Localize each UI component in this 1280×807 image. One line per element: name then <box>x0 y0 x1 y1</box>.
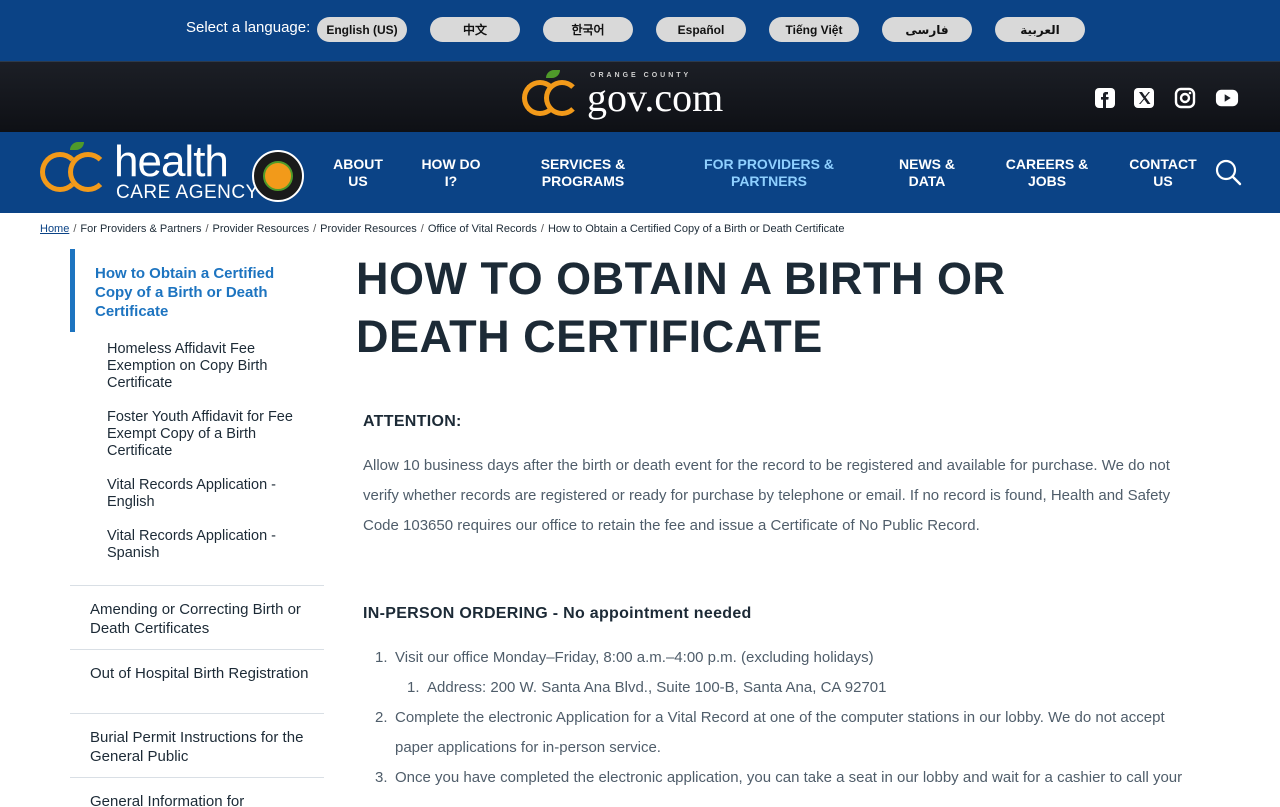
language-bar: Select a language: English (US) 中文 한국어 E… <box>0 0 1280 61</box>
list-item: Once you have completed the electronic a… <box>395 769 1183 786</box>
nav-about-us-label: ABOUT US <box>333 156 383 189</box>
nav-about-us[interactable]: ABOUT US <box>330 156 386 190</box>
language-english-button[interactable]: English (US) <box>317 17 407 42</box>
nav-news-data-label: NEWS & DATA <box>899 156 955 189</box>
county-seal-icon <box>252 150 304 202</box>
sidebar-item-label: Amending or Correcting Birth or Death Ce… <box>90 601 301 637</box>
hca-logo-c-shape <box>68 152 108 192</box>
ocgov-logo[interactable]: ORANGE COUNTY gov.com <box>520 68 760 128</box>
sidebar-item-active[interactable]: How to Obtain a Certified Copy of a Birt… <box>70 249 324 332</box>
language-farsi-button[interactable]: فارسی <box>882 17 972 42</box>
hca-logo[interactable]: health CARE AGENCY <box>40 138 310 204</box>
nav-for-providers-partners[interactable]: FOR PROVIDERS & PARTNERS <box>704 156 834 190</box>
list-item: Complete the electronic Application for … <box>395 709 1165 726</box>
nav-careers-jobs[interactable]: CAREERS & JOBS <box>1004 156 1090 190</box>
sidebar-item-burial-permit[interactable]: Burial Permit Instructions for the Gener… <box>70 713 324 777</box>
hca-logo-leaf-icon <box>70 142 84 150</box>
breadcrumb-current: How to Obtain a Certified Copy of a Birt… <box>547 223 845 235</box>
instagram-icon[interactable] <box>1173 86 1197 110</box>
sidebar-subitem-homeless-affidavit[interactable]: Homeless Affidavit Fee Exemption on Copy… <box>107 341 297 392</box>
nav-careers-jobs-label: CAREERS & JOBS <box>1005 156 1089 189</box>
breadcrumb-home-link[interactable]: Home <box>40 223 69 235</box>
logo-domain-text: gov.com <box>587 75 724 120</box>
nav-how-do-i-label: HOW DO I? <box>421 156 481 189</box>
nav-how-do-i[interactable]: HOW DO I? <box>416 156 486 190</box>
breadcrumb-item[interactable]: For Providers & Partners <box>80 223 201 235</box>
nav-news-data[interactable]: NEWS & DATA <box>894 156 960 190</box>
youtube-icon[interactable] <box>1215 86 1239 110</box>
sidebar-item-out-of-hospital[interactable]: Out of Hospital Birth Registration <box>70 649 324 713</box>
list-item: Visit our office Monday–Friday, 8:00 a.m… <box>395 649 874 666</box>
page-title: HOW TO OBTAIN A BIRTH OR DEATH CERTIFICA… <box>356 253 1006 362</box>
search-icon[interactable] <box>1214 158 1242 186</box>
hca-logo-agency-text: CARE AGENCY <box>116 182 259 203</box>
hca-logo-health-text: health <box>114 137 229 186</box>
nav-contact-us-label: CONTACT US <box>1129 156 1197 189</box>
facebook-icon[interactable] <box>1093 86 1117 110</box>
sidebar-subitem-foster-youth-affidavit[interactable]: Foster Youth Affidavit for Fee Exempt Co… <box>107 409 297 460</box>
nav-services-programs-label: SERVICES & PROGRAMS <box>540 156 626 189</box>
breadcrumb-item[interactable]: Provider Resources <box>213 223 310 235</box>
list-number: 3. <box>375 769 388 786</box>
list-number: 1. <box>375 649 388 666</box>
logo-leaf-icon <box>546 70 560 78</box>
x-icon[interactable] <box>1132 86 1156 110</box>
sidebar-subitem-application-english[interactable]: Vital Records Application - English <box>107 477 297 511</box>
list-item-continuation: paper applications for in-person service… <box>395 739 661 756</box>
language-chinese-button[interactable]: 中文 <box>430 17 520 42</box>
sidebar-subitem-application-spanish[interactable]: Vital Records Application - Spanish <box>107 528 297 562</box>
list-item: Address: 200 W. Santa Ana Blvd., Suite 1… <box>427 679 887 696</box>
language-spanish-button[interactable]: Español <box>656 17 746 42</box>
breadcrumb-item[interactable]: Office of Vital Records <box>428 223 537 235</box>
nav-contact-us[interactable]: CONTACT US <box>1126 156 1200 190</box>
language-vietnamese-button[interactable]: Tiếng Việt <box>769 17 859 42</box>
gov-header: ORANGE COUNTY gov.com <box>0 61 1280 132</box>
sidebar-item-label: Out of Hospital Birth Registration <box>90 665 309 682</box>
attention-paragraph: Allow 10 business days after the birth o… <box>363 457 1171 534</box>
sidebar-item-amending[interactable]: Amending or Correcting Birth or Death Ce… <box>70 585 324 649</box>
main-nav: health CARE AGENCY ABOUT US HOW DO I? SE… <box>0 132 1280 213</box>
sidebar-item-label: Burial Permit Instructions for the Gener… <box>90 729 304 765</box>
list-number: 1. <box>407 679 420 696</box>
logo-c-shape <box>544 80 580 116</box>
list-number: 2. <box>375 709 388 726</box>
sidebar-item-general-info[interactable]: General Information for <box>70 777 324 807</box>
language-arabic-button[interactable]: العربية <box>995 17 1085 42</box>
breadcrumb-item[interactable]: Provider Resources <box>320 223 417 235</box>
in-person-heading: IN-PERSON ORDERING - No appointment need… <box>363 605 752 622</box>
nav-for-providers-partners-label: FOR PROVIDERS & PARTNERS <box>704 156 834 189</box>
language-korean-button[interactable]: 한국어 <box>543 17 633 42</box>
nav-services-programs[interactable]: SERVICES & PROGRAMS <box>532 156 634 190</box>
language-label: Select a language: <box>186 19 311 36</box>
attention-heading: ATTENTION: <box>363 413 462 430</box>
sidebar-item-active-label: How to Obtain a Certified Copy of a Birt… <box>95 265 275 320</box>
breadcrumb: Home / For Providers & Partners / Provider R… <box>40 223 845 235</box>
